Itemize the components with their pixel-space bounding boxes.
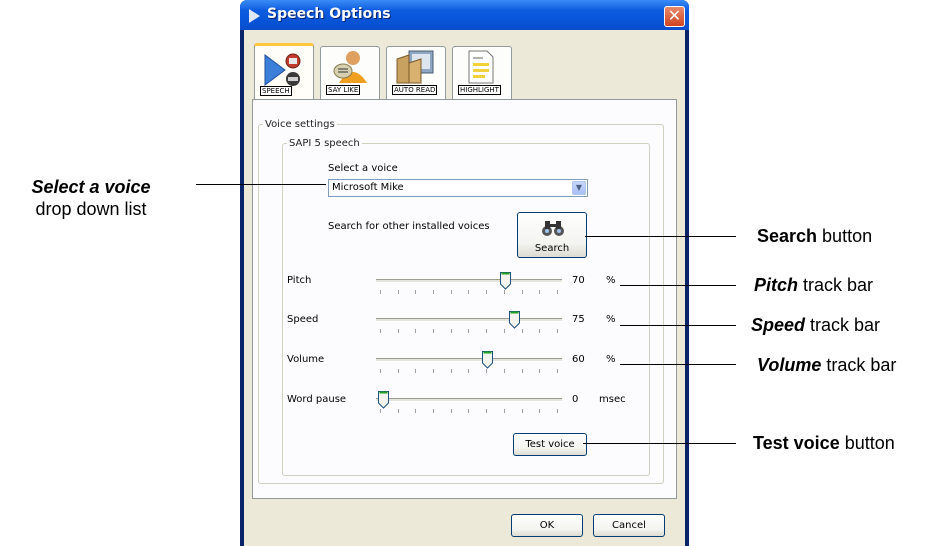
app-icon: [249, 9, 260, 23]
speech-options-window: Speech Options ✕ SPEECH SAY LIKE AUTO RE…: [240, 0, 689, 546]
annotation-volume-rest: track bar: [821, 355, 897, 375]
window-title: Speech Options: [267, 6, 391, 22]
speech-icon: [264, 53, 301, 86]
slider-label: Pitch: [287, 275, 312, 286]
voice-dropdown-value: Microsoft Mike: [332, 182, 404, 193]
slider-thumb[interactable]: [378, 391, 389, 409]
title-bar[interactable]: Speech Options ✕: [240, 0, 689, 30]
search-voices-label: Search for other installed voices: [328, 221, 490, 232]
tab-say-like-label: SAY LIKE: [326, 85, 361, 95]
slider-unit: %: [606, 275, 616, 286]
annotation-test-voice-bold: Test voice: [753, 433, 840, 453]
annotation-line-test-voice: [583, 443, 736, 444]
tab-auto-read[interactable]: AUTO READ: [386, 46, 446, 99]
annotation-pitch: Pitch track bar: [754, 275, 873, 296]
slider-ticks: [380, 369, 558, 373]
slider-label: Volume: [287, 354, 325, 365]
slider-ticks: [380, 409, 558, 413]
slider-ticks: [380, 329, 558, 333]
annotation-pitch-rest: track bar: [798, 275, 874, 295]
annotation-line-speed: [620, 325, 736, 326]
search-button[interactable]: Search: [517, 212, 587, 258]
slider-unit: msec: [599, 394, 626, 405]
search-button-label: Search: [534, 243, 570, 254]
annotation-test-voice-rest: button: [839, 433, 895, 453]
slider-thumb[interactable]: [499, 272, 511, 290]
annotation-speed-bold: Speed: [751, 315, 806, 335]
annotation-speed: Speed track bar: [751, 315, 880, 336]
select-voice-label: Select a voice: [328, 163, 398, 174]
tab-highlight[interactable]: HIGHLIGHT: [452, 46, 512, 99]
slider-thumb[interactable]: [482, 351, 494, 369]
chevron-down-icon[interactable]: ▼: [572, 181, 586, 195]
highlight-icon: [468, 50, 494, 84]
slider-value: 60: [572, 354, 585, 365]
binoculars-icon: [542, 221, 564, 236]
slider-label: Speed: [287, 314, 319, 325]
sapi-speech-legend: SAPI 5 speech: [289, 138, 360, 149]
annotation-select-voice-bold: Select a voice: [31, 177, 151, 197]
tab-say-like[interactable]: SAY LIKE: [320, 46, 380, 99]
slider-unit: %: [606, 354, 616, 365]
slider-track[interactable]: [376, 279, 562, 283]
slider-track[interactable]: [376, 398, 562, 402]
annotation-line-search: [585, 236, 736, 237]
slider-thumb[interactable]: [508, 311, 520, 329]
annotation-line-select-voice: [196, 184, 326, 185]
slider-value: 70: [572, 275, 585, 286]
annotation-test-voice: Test voice button: [753, 433, 895, 454]
tab-auto-read-label: AUTO READ: [392, 85, 438, 95]
say-like-icon: [333, 51, 367, 83]
slider-value: 75: [572, 314, 585, 325]
annotation-line-volume: [620, 364, 736, 365]
tab-speech-label: SPEECH: [260, 86, 292, 96]
ok-button[interactable]: OK: [511, 514, 583, 537]
slider-value: 0: [572, 394, 579, 405]
cancel-button[interactable]: Cancel: [593, 514, 665, 537]
test-voice-button[interactable]: Test voice: [513, 433, 587, 456]
annotation-select-voice: Select a voice drop down list: [12, 176, 170, 220]
annotation-select-voice-rest: drop down list: [35, 199, 147, 219]
close-button[interactable]: ✕: [664, 6, 685, 27]
annotation-search-rest: button: [817, 226, 873, 246]
annotation-line-pitch: [620, 285, 736, 286]
dialog-client: SPEECH SAY LIKE AUTO READ HIGHLIGHT Voic…: [244, 30, 685, 546]
annotation-volume: Volume track bar: [757, 355, 896, 376]
tab-highlight-label: HIGHLIGHT: [458, 85, 501, 95]
slider-track[interactable]: [376, 358, 562, 362]
annotation-volume-bold: Volume: [757, 355, 822, 375]
voice-dropdown[interactable]: Microsoft Mike ▼: [328, 179, 588, 197]
slider-label: Word pause: [287, 394, 347, 405]
voice-settings-legend: Voice settings: [265, 119, 335, 130]
annotation-search-bold: Search: [757, 226, 818, 246]
slider-track[interactable]: [376, 318, 562, 322]
tab-speech[interactable]: SPEECH: [254, 43, 314, 100]
slider-unit: %: [606, 314, 616, 325]
annotation-speed-rest: track bar: [805, 315, 881, 335]
annotation-search: Search button: [757, 226, 872, 247]
annotation-pitch-bold: Pitch: [754, 275, 799, 295]
auto-read-icon: [396, 50, 434, 84]
slider-ticks: [380, 290, 558, 294]
